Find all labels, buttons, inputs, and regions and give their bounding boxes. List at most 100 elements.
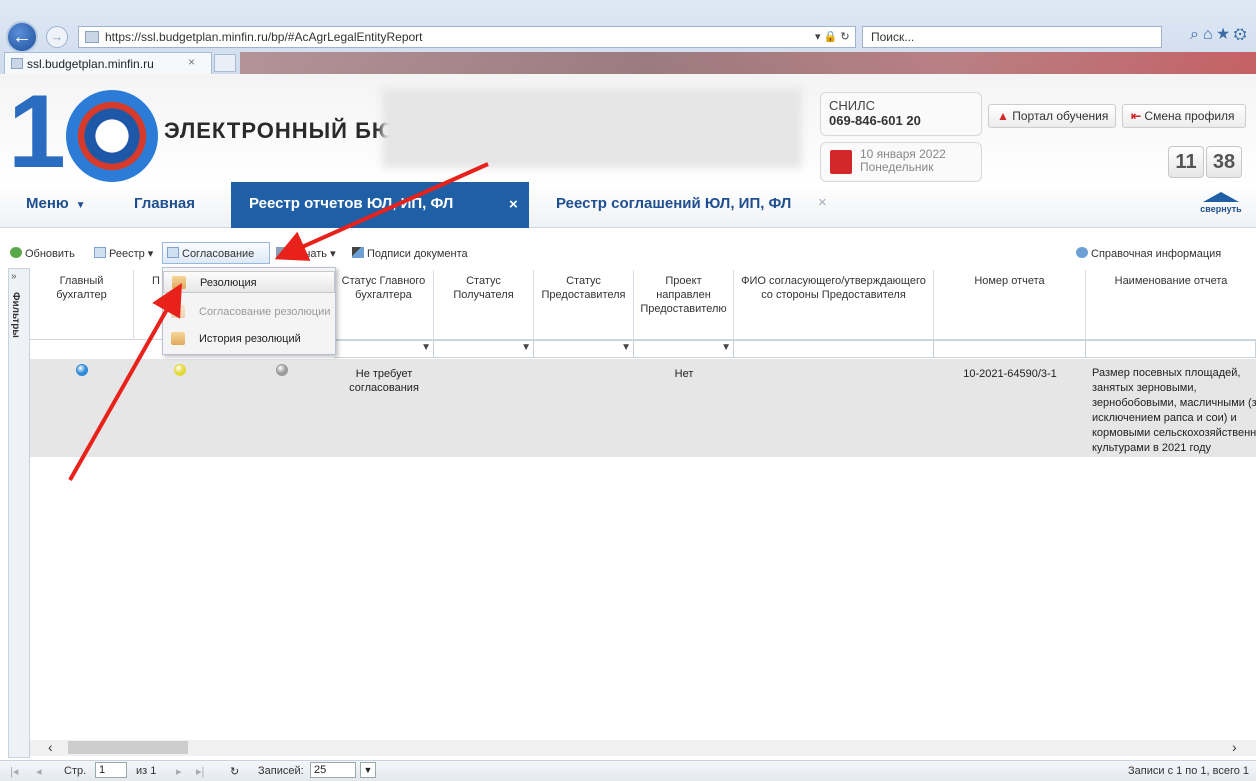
print-button[interactable]: Печать ▾	[276, 247, 336, 260]
refresh-label: Обновить	[25, 248, 75, 260]
prev-page-icon[interactable]: ◂	[36, 765, 42, 778]
pager-bar	[0, 760, 1256, 781]
gear-icon[interactable]: ⚙	[1234, 26, 1251, 43]
col-project-sent[interactable]: Проект направлен Предоставителю	[634, 270, 734, 340]
filters-panel[interactable]	[8, 268, 30, 758]
filter-chief-status[interactable]: ▼	[334, 340, 434, 358]
favorites-star-icon[interactable]: ★	[1217, 26, 1234, 43]
active-tab-close-icon[interactable]: ×	[509, 196, 518, 213]
snils-value: 069-846-601 20	[829, 113, 921, 128]
col-recipient-status[interactable]: Статус Получателя	[434, 270, 534, 340]
menu-item-resolution[interactable]: Резолюция	[163, 271, 335, 293]
date-text: 10 января 2022 Понедельник	[860, 148, 946, 174]
scroll-left-icon[interactable]: ‹	[48, 739, 53, 755]
horizontal-scrollbar[interactable]	[30, 740, 1256, 756]
filter-project-sent[interactable]: ▼	[634, 340, 734, 358]
report-name-line: занятых зерновыми,	[1092, 382, 1197, 394]
col-chief-accountant[interactable]: Главный бухгалтер	[30, 270, 134, 340]
forward-arrow-icon[interactable]: →	[46, 26, 68, 48]
cell-report-name: Размер посевных площадей, занятых зернов…	[1092, 366, 1256, 456]
refresh-icon	[10, 247, 22, 258]
search-icon[interactable]: ⌕	[1190, 26, 1203, 43]
per-page-select[interactable]: 25	[310, 762, 356, 778]
menu-dropdown[interactable]: Меню ▼	[26, 195, 86, 212]
dropdown-arrow-icon: ▼	[721, 342, 731, 353]
report-name-line: исключением рапса и сои) и	[1092, 412, 1237, 424]
status-dot-gray-icon	[276, 364, 288, 376]
cell-chief-status: Не требует согласования	[349, 368, 419, 394]
blurred-background-tabs	[240, 52, 1256, 74]
url-text: https://ssl.budgetplan.minfin.ru/bp/#AcA…	[105, 30, 423, 44]
clock-hours: 11	[1168, 146, 1204, 178]
next-page-icon[interactable]: ▸	[176, 765, 182, 778]
registry-button[interactable]: Реестр ▾	[94, 247, 153, 260]
refresh-button[interactable]: Обновить	[10, 247, 75, 260]
browser-tab[interactable]: ssl.budgetplan.minfin.ru	[4, 52, 212, 74]
menu-item-resolution-history[interactable]: История резолюций	[163, 328, 335, 350]
filter-provider-status[interactable]: ▼	[534, 340, 634, 358]
filter-report-number[interactable]	[934, 340, 1086, 358]
page-number-input[interactable]: 1	[95, 762, 127, 778]
nav-home[interactable]: Главная	[134, 195, 195, 212]
col-chief-status[interactable]: Статус Главного бухгалтера	[334, 270, 434, 340]
scroll-right-icon[interactable]: ›	[1232, 739, 1237, 755]
dropdown-arrow-icon: ▼	[621, 342, 631, 353]
scrollbar-thumb[interactable]	[68, 741, 188, 754]
snils-label: СНИЛС	[829, 98, 876, 113]
help-link[interactable]: Справочная информация	[1076, 247, 1221, 260]
menu-item-label: Резолюция	[200, 277, 257, 289]
last-page-icon[interactable]: ▸|	[196, 765, 204, 778]
tab-reports-registry[interactable]: Реестр отчетов ЮЛ, ИП, ФЛ	[231, 182, 529, 228]
menu-item-resolution-approval[interactable]: Согласование резолюции	[163, 301, 335, 323]
home-icon[interactable]: ⌂	[1203, 26, 1217, 43]
registry-icon	[94, 247, 106, 258]
col-report-name[interactable]: Наименование отчета	[1086, 270, 1256, 340]
change-profile-button[interactable]: ⇤ Смена профиля	[1122, 104, 1246, 128]
col-report-number[interactable]: Номер отчета	[934, 270, 1086, 340]
filters-label: Фильтры	[10, 292, 21, 338]
first-page-icon[interactable]: |◂	[10, 765, 18, 778]
menu-item-label: История резолюций	[199, 333, 301, 345]
col-approver-name[interactable]: ФИО согласующего/утверждающего со сторон…	[734, 270, 934, 340]
cell-project-sent: Нет	[674, 368, 694, 380]
lock-refresh-icons[interactable]: ▾ 🔒 ↻	[815, 30, 850, 43]
print-label: Печать	[291, 248, 328, 260]
signatures-button[interactable]: Подписи документа	[352, 247, 468, 260]
filter-approver-name[interactable]	[734, 340, 934, 358]
dropdown-arrow-icon: ▼	[421, 342, 431, 353]
logo-text: ЭЛЕКТРОННЫЙ БЮ	[164, 118, 396, 143]
chevron-down-icon[interactable]: ▼	[360, 762, 376, 778]
signatures-label: Подписи документа	[367, 248, 468, 260]
refresh-grid-icon[interactable]: ↻	[230, 765, 239, 778]
back-arrow-icon[interactable]: ←	[6, 21, 38, 53]
approval-button[interactable]: Согласование	[167, 247, 254, 260]
clock-minutes: 38	[1206, 146, 1242, 178]
col-provider-status[interactable]: Статус Предоставителя	[534, 270, 634, 340]
dropdown-arrow-icon: ▼	[521, 342, 531, 353]
resolution-icon	[172, 276, 186, 289]
page-label: Стр.	[64, 765, 87, 777]
filter-recipient-status[interactable]: ▼	[434, 340, 534, 358]
address-bar[interactable]: https://ssl.budgetplan.minfin.ru/bp/#AcA…	[78, 26, 856, 48]
expand-filters-icon[interactable]: »	[11, 271, 17, 282]
collapse-arrow-icon	[1203, 192, 1239, 202]
records-count: Записи с 1 по 1, всего 1	[1128, 765, 1250, 777]
browser-search-input[interactable]: Поиск...	[862, 26, 1162, 48]
tab2-close-icon[interactable]: ×	[818, 194, 827, 211]
browser-toolbar-icons[interactable]: ⌕⌂★⚙	[1190, 26, 1251, 44]
new-tab-button[interactable]	[214, 54, 236, 72]
tab-agreements-registry[interactable]: Реестр соглашений ЮЛ, ИП, ФЛ	[556, 195, 791, 212]
help-icon	[1076, 247, 1088, 258]
collapse-header-button[interactable]: свернуть	[1198, 192, 1244, 214]
tab-title: ssl.budgetplan.minfin.ru	[27, 57, 154, 71]
tab-close-icon[interactable]: ×	[188, 55, 195, 69]
portal-training-button[interactable]: ▲ Портал обучения	[988, 104, 1116, 128]
redacted-user-info	[382, 88, 802, 168]
approval-label: Согласование	[182, 248, 255, 260]
exit-door-icon: ⇤	[1131, 109, 1142, 123]
filter-report-name[interactable]	[1086, 340, 1256, 358]
resolution-history-icon	[171, 332, 185, 345]
collapse-label: свернуть	[1200, 204, 1242, 214]
calendar-icon	[830, 150, 852, 174]
help-label: Справочная информация	[1091, 248, 1222, 260]
